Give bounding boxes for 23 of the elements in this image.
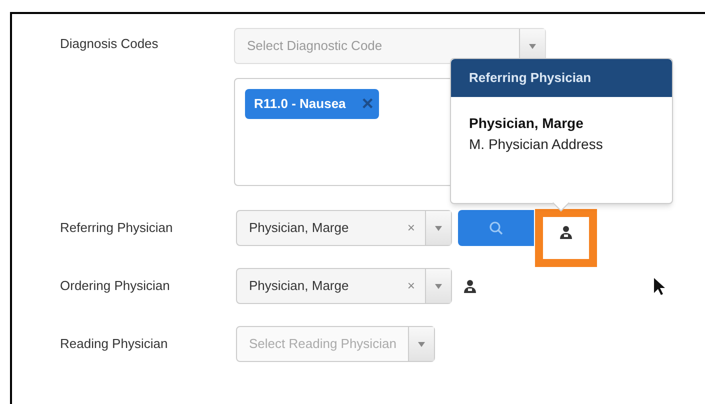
person-icon[interactable]	[560, 225, 572, 239]
diagnostic-code-select[interactable]: Select Diagnostic Code	[234, 28, 546, 64]
field-label: Referring Physician	[60, 219, 174, 238]
person-icon[interactable]	[464, 279, 476, 293]
caret-icon	[529, 44, 536, 48]
popover-header: Referring Physician	[451, 59, 672, 97]
tag-label: R11.0 - Nausea	[254, 95, 346, 114]
field-label: Diagnosis Codes	[60, 35, 160, 53]
caret-icon	[435, 226, 442, 230]
caret-icon	[435, 284, 442, 288]
physician-select[interactable]: Select Reading Physician	[236, 326, 436, 362]
search-button[interactable]	[458, 210, 534, 246]
code-tag[interactable]: R11.0 - Nausea ×	[245, 89, 380, 119]
remove-tag-button[interactable]: ×	[362, 89, 374, 119]
physician-select[interactable]: Physician, Marge ×	[236, 268, 452, 304]
clear-button[interactable]: ×	[407, 276, 425, 296]
physician-select[interactable]: Physician, Marge ×	[236, 210, 452, 246]
field-label: Reading Physician	[60, 335, 169, 354]
mouse-cursor-icon	[654, 278, 665, 295]
search-icon	[489, 221, 503, 235]
field-label: Ordering Physician	[60, 277, 171, 296]
clear-button[interactable]: ×	[407, 218, 425, 238]
caret-icon	[418, 342, 426, 346]
